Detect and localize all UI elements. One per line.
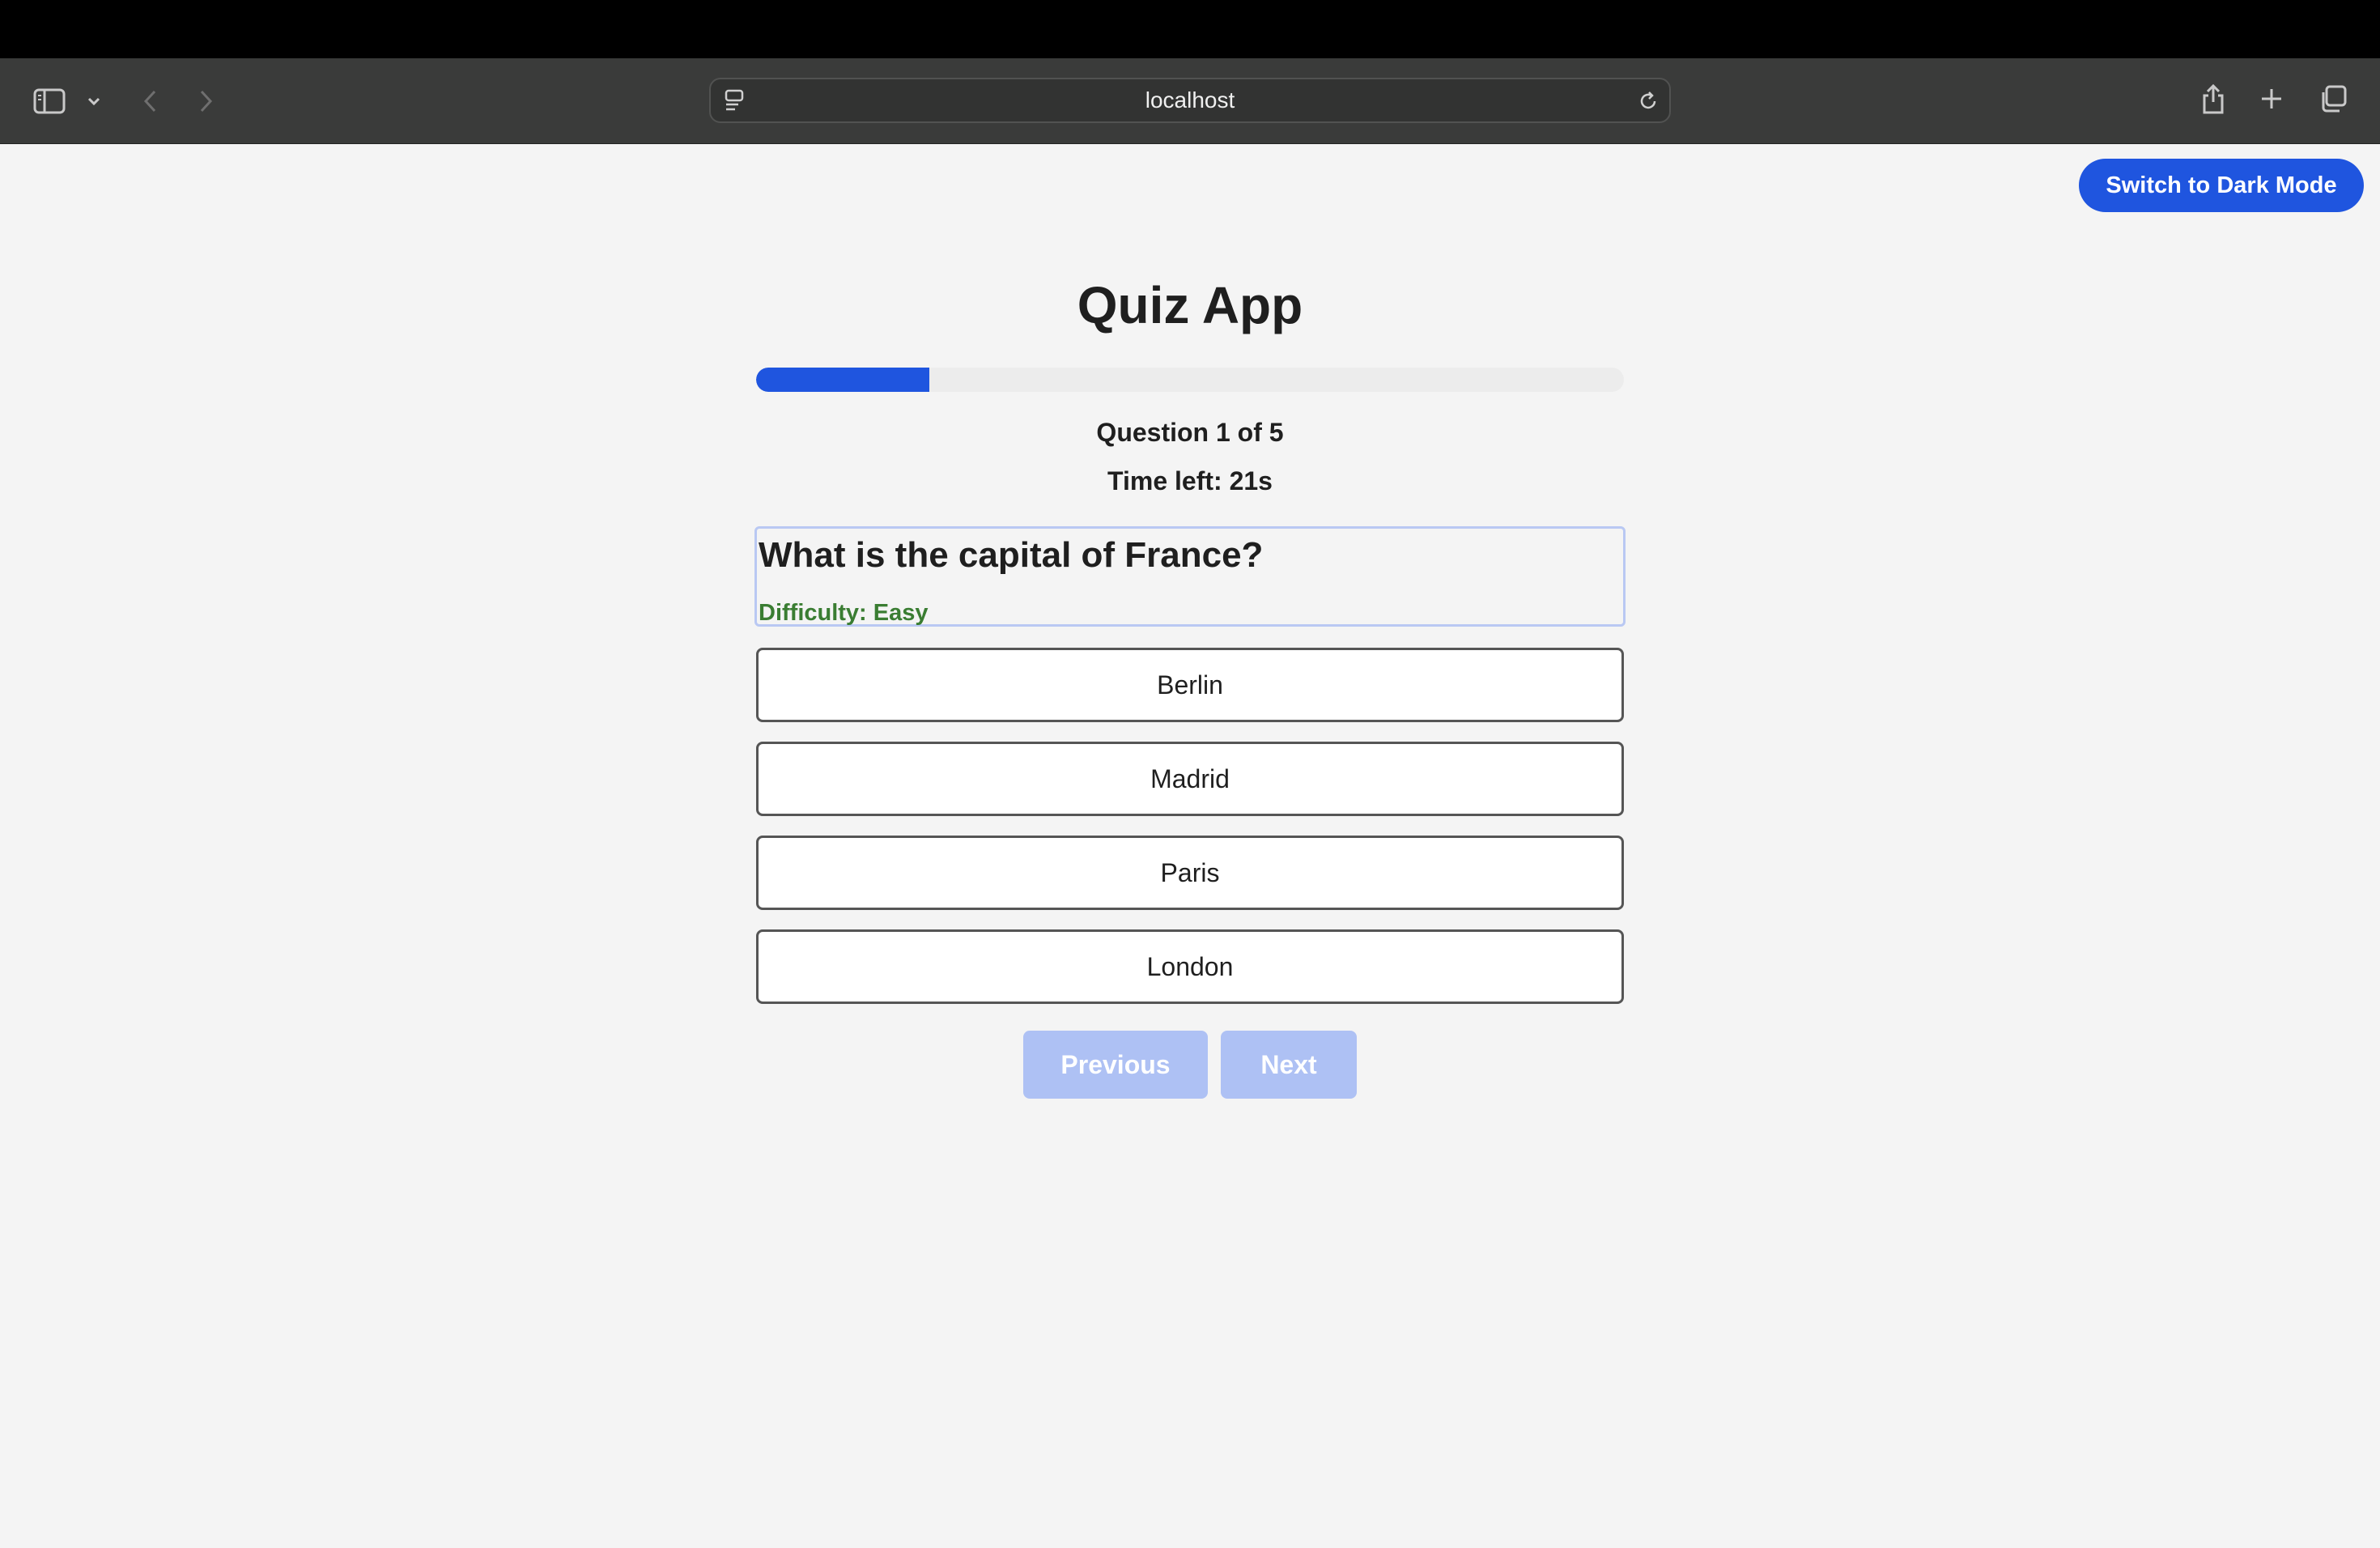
sidebar-toggle-icon[interactable] bbox=[32, 84, 66, 118]
address-bar[interactable]: localhost bbox=[709, 78, 1671, 123]
browser-toolbar: localhost bbox=[0, 58, 2380, 144]
new-tab-icon[interactable] bbox=[2257, 84, 2286, 113]
page-content: Switch to Dark Mode Quiz App Question 1 … bbox=[0, 144, 2380, 1548]
progress-bar bbox=[756, 368, 1624, 392]
page-title: Quiz App bbox=[1077, 276, 1303, 334]
answer-option-button[interactable]: Paris bbox=[756, 836, 1624, 910]
next-button[interactable]: Next bbox=[1221, 1031, 1357, 1099]
tab-overview-icon[interactable] bbox=[2317, 83, 2349, 115]
answer-list: Berlin Madrid Paris London bbox=[756, 648, 1624, 1023]
progress-bar-fill bbox=[756, 368, 930, 392]
question-counter: Question 1 of 5 bbox=[1096, 418, 1284, 447]
back-arrow-icon[interactable] bbox=[138, 86, 162, 117]
reload-icon[interactable] bbox=[1635, 87, 1661, 115]
difficulty-label: Difficulty: Easy bbox=[759, 600, 929, 626]
answer-option-button[interactable]: Madrid bbox=[756, 742, 1624, 816]
url-text: localhost bbox=[1145, 87, 1235, 113]
answer-option-button[interactable]: London bbox=[756, 929, 1624, 1004]
question-text: What is the capital of France? bbox=[759, 535, 1264, 575]
forward-arrow-icon[interactable] bbox=[194, 86, 219, 117]
timer: Time left: 21s bbox=[1107, 466, 1273, 495]
system-menubar bbox=[0, 0, 2380, 58]
dark-mode-toggle-button[interactable]: Switch to Dark Mode bbox=[2079, 159, 2364, 212]
chevron-down-icon[interactable] bbox=[84, 91, 104, 112]
answer-option-button[interactable]: Berlin bbox=[756, 648, 1624, 722]
previous-button[interactable]: Previous bbox=[1023, 1031, 1208, 1099]
question-card: What is the capital of France? Difficult… bbox=[754, 526, 1626, 627]
share-icon[interactable] bbox=[2199, 81, 2228, 117]
